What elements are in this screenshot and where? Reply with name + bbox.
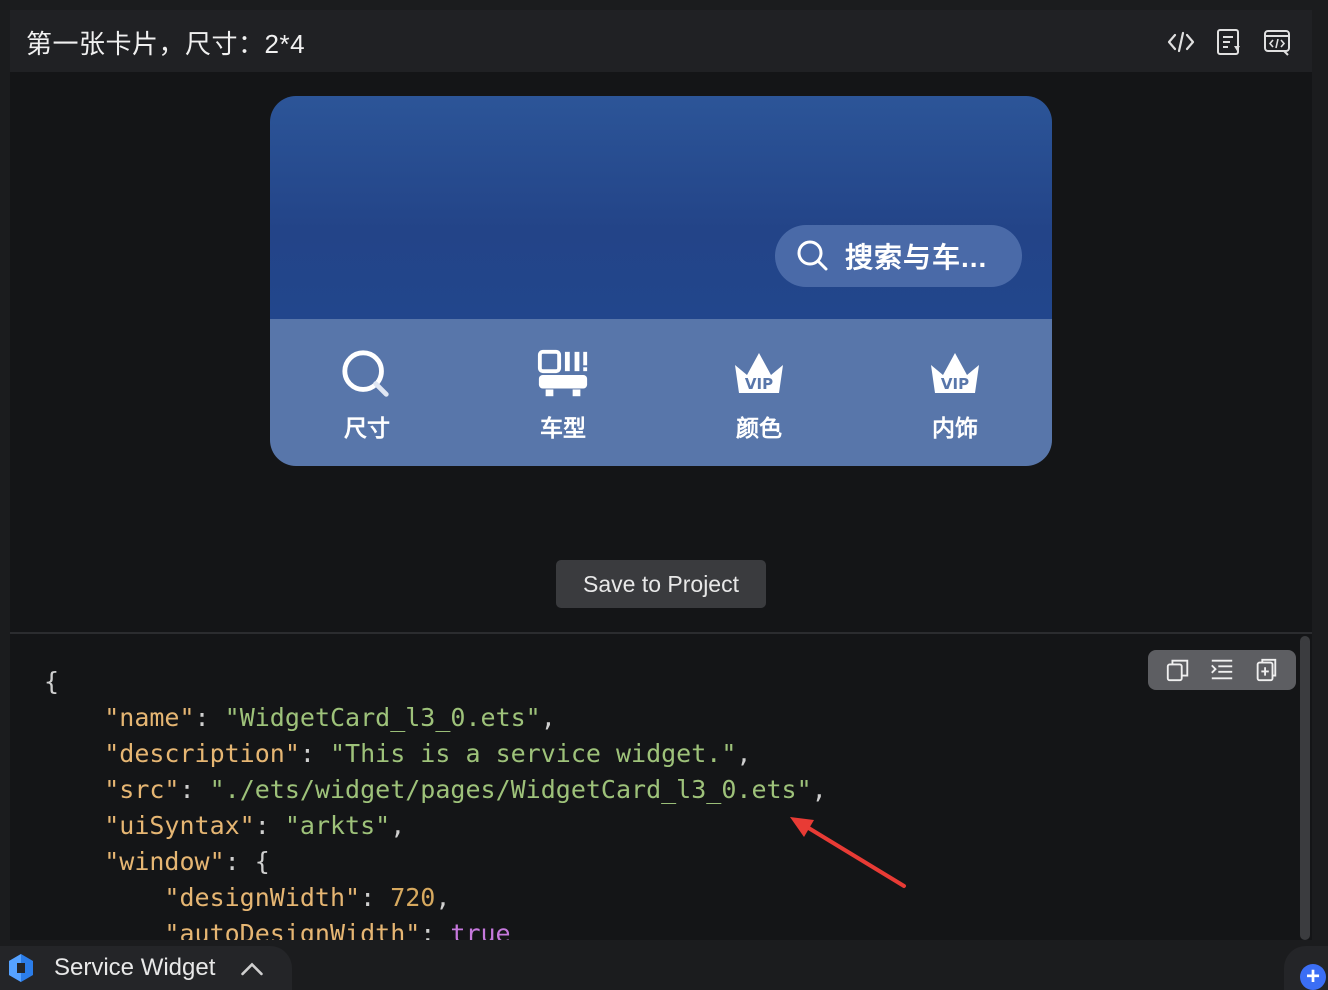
code-key: "uiSyntax" xyxy=(104,811,255,840)
code-value: "./ets/widget/pages/WidgetCard_l3_0.ets" xyxy=(209,775,812,804)
shortcut-color[interactable]: VIP 颜色 xyxy=(699,347,819,443)
code-key: "src" xyxy=(104,775,180,804)
code-editor[interactable]: { "name": "WidgetCard_l3_0.ets", "descri… xyxy=(10,634,1312,940)
widget-preview-panel: 第一张卡片，尺寸：2*4 搜索与车... 尺寸 车型 VIP 颜色 VIP 内饰… xyxy=(10,10,1312,940)
code-sep: : xyxy=(420,919,451,940)
code-view-icon[interactable] xyxy=(1164,26,1198,58)
vip-crown-icon: VIP xyxy=(931,353,979,393)
shortcut-label: 车型 xyxy=(540,415,586,441)
search-magnifier-icon xyxy=(342,350,389,397)
code-sep: : xyxy=(360,883,391,912)
code-value: "WidgetCard_l3_0.ets" xyxy=(224,703,541,732)
code-key: "autoDesignWidth" xyxy=(164,919,421,940)
add-corner: + xyxy=(1284,946,1328,990)
code-key: "description" xyxy=(104,739,300,768)
code-tail: , xyxy=(736,739,752,768)
search-icon xyxy=(797,240,828,271)
code-brace: { xyxy=(44,667,60,696)
code-sep: : xyxy=(254,811,285,840)
code-value: { xyxy=(254,847,270,876)
panel-header: 第一张卡片，尺寸：2*4 xyxy=(10,10,1312,72)
shortcut-label: 尺寸 xyxy=(344,415,390,441)
code-file-icon[interactable] xyxy=(1212,26,1246,58)
code-key: "designWidth" xyxy=(164,883,361,912)
service-widget-label: Service Widget xyxy=(54,954,216,981)
svg-text:VIP: VIP xyxy=(941,375,969,393)
shortcut-car-model[interactable]: 车型 xyxy=(503,347,623,443)
search-pill[interactable]: 搜索与车... xyxy=(775,225,1022,287)
code-key: "window" xyxy=(104,847,225,876)
vip-crown-icon: VIP xyxy=(735,353,783,393)
code-sep: : xyxy=(194,703,225,732)
save-to-project-button[interactable]: Save to Project xyxy=(556,560,766,608)
copy-icon[interactable] xyxy=(1162,654,1194,686)
harmony-logo-icon xyxy=(9,954,33,982)
preview-code-icon[interactable] xyxy=(1260,26,1294,58)
search-placeholder: 搜索与车... xyxy=(845,242,988,273)
chevron-up-icon[interactable] xyxy=(239,953,265,983)
code-key: "name" xyxy=(104,703,195,732)
code-tail: , xyxy=(811,775,827,804)
code-sep: : xyxy=(224,847,255,876)
svg-text:VIP: VIP xyxy=(745,375,773,393)
format-icon[interactable] xyxy=(1206,654,1238,686)
code-value: "This is a service widget." xyxy=(330,739,737,768)
code-scrollbar[interactable] xyxy=(1300,636,1310,940)
add-button[interactable]: + xyxy=(1300,963,1326,990)
code-toolbar xyxy=(1148,650,1296,690)
card-title: 第一张卡片，尺寸：2*4 xyxy=(26,29,306,59)
header-toolbar xyxy=(1164,26,1294,58)
code-content[interactable]: { "name": "WidgetCard_l3_0.ets", "descri… xyxy=(44,664,827,940)
code-value: "arkts" xyxy=(284,811,391,840)
code-tail: , xyxy=(390,811,406,840)
shortcut-size[interactable]: 尺寸 xyxy=(307,347,427,443)
code-tail: , xyxy=(435,883,451,912)
shortcut-label: 内饰 xyxy=(932,415,978,441)
code-sep: : xyxy=(299,739,330,768)
service-widget-tab[interactable]: Service Widget xyxy=(0,946,292,990)
insert-file-icon[interactable] xyxy=(1250,654,1282,686)
shortcut-label: 颜色 xyxy=(736,415,782,441)
card-banner: 搜索与车... xyxy=(270,96,1052,319)
code-value: 720 xyxy=(390,883,436,912)
shortcut-bar: 尺寸 车型 VIP 颜色 VIP 内饰 xyxy=(270,319,1052,466)
annotation-arrow xyxy=(790,817,906,888)
car-model-icon xyxy=(537,349,588,397)
shortcut-interior[interactable]: VIP 内饰 xyxy=(895,347,1015,443)
code-tail: , xyxy=(540,703,556,732)
code-sep: : xyxy=(179,775,210,804)
code-value: true xyxy=(450,919,511,940)
widget-card: 搜索与车... 尺寸 车型 VIP 颜色 VIP 内饰 xyxy=(270,96,1052,466)
